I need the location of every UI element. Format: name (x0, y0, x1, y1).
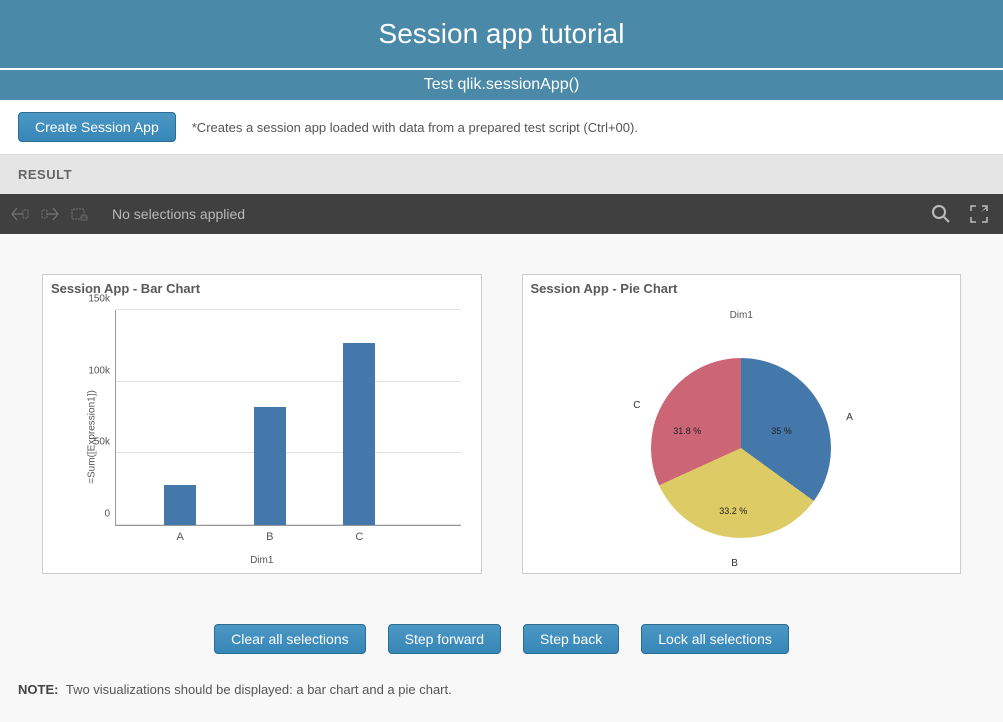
pie-slice-label-c: C (633, 400, 640, 411)
selection-toolbar: No selections applied (0, 194, 1003, 234)
action-buttons-row: Clear all selections Step forward Step b… (0, 594, 1003, 674)
selection-forward-icon[interactable] (40, 204, 60, 224)
pie-slice-label-b: B (731, 558, 738, 569)
pie-slice-label-a: A (846, 412, 853, 423)
pie-dim-label: Dim1 (730, 310, 753, 321)
lock-selections-button[interactable]: Lock all selections (641, 624, 789, 654)
page-title: Session app tutorial (0, 0, 1003, 68)
pie-slice-pct-c: 31.8 % (673, 426, 701, 436)
selection-back-icon[interactable] (10, 204, 30, 224)
bar-c[interactable] (343, 343, 375, 525)
note-label: NOTE: (18, 682, 58, 697)
note-row: NOTE: Two visualizations should be displ… (0, 674, 1003, 713)
fullscreen-icon[interactable] (969, 204, 989, 224)
clear-selections-button[interactable]: Clear all selections (214, 624, 366, 654)
bar-chart-xlabel: Dim1 (250, 555, 273, 566)
selection-clear-icon[interactable] (70, 204, 90, 224)
pie-slice-pct-a: 35 % (771, 426, 792, 436)
charts-row: Session App - Bar Chart =Sum([Expression… (0, 234, 1003, 594)
search-icon[interactable] (931, 204, 951, 224)
bar-tick: 0 (104, 509, 110, 520)
pie-slice-pct-b: 33.2 % (719, 506, 747, 516)
bar-tick: 150k (88, 294, 110, 305)
bar-category-label: C (355, 531, 363, 543)
step-back-button[interactable]: Step back (523, 624, 619, 654)
bar-category-label: A (177, 531, 184, 543)
bar-chart-plot[interactable]: 0 50k 100k 150k A B C (115, 310, 461, 526)
pie-chart-title: Session App - Pie Chart (523, 275, 961, 302)
bar-a[interactable] (164, 485, 196, 525)
pie-chart-plot[interactable]: A 35 % B 33.2 % C 31.8 % (651, 358, 831, 538)
bar-category-label: B (266, 531, 273, 543)
pie-chart-card: Session App - Pie Chart Dim1 A 35 % B 33… (522, 274, 962, 574)
result-heading: RESULT (0, 155, 1003, 194)
bar-chart-card: Session App - Bar Chart =Sum([Expression… (42, 274, 482, 574)
note-text: Two visualizations should be displayed: … (66, 682, 452, 697)
create-session-app-button[interactable]: Create Session App (18, 112, 176, 142)
page-subtitle: Test qlik.sessionApp() (0, 68, 1003, 100)
create-description: *Creates a session app loaded with data … (192, 120, 638, 135)
selection-status-text: No selections applied (100, 206, 917, 222)
bar-b[interactable] (254, 407, 286, 525)
bar-tick: 100k (88, 365, 110, 376)
step-forward-button[interactable]: Step forward (388, 624, 501, 654)
bar-tick: 50k (94, 437, 110, 448)
create-bar: Create Session App *Creates a session ap… (0, 100, 1003, 155)
